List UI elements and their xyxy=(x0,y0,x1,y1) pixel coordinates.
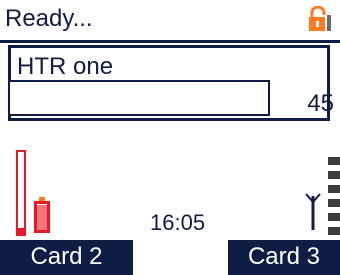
status-text: Ready... xyxy=(5,5,93,32)
battery-icon xyxy=(34,197,50,233)
status-bar: Ready... xyxy=(0,0,340,40)
time-display: 16:05 xyxy=(150,210,206,235)
header-divider xyxy=(0,40,340,43)
lock-icon xyxy=(309,6,331,31)
softkey-left-button[interactable]: Card 2 xyxy=(0,240,133,275)
panel-title: HTR one xyxy=(17,53,114,80)
antenna-icon xyxy=(305,193,321,230)
battery-gauge-icon xyxy=(16,150,26,236)
softkey-bar: Card 2 Card 3 xyxy=(0,240,340,275)
value-field[interactable] xyxy=(8,80,270,116)
signal-strength-icon xyxy=(328,157,340,235)
softkey-right-button[interactable]: Card 3 xyxy=(228,240,340,275)
value-readout: 45 xyxy=(307,90,334,117)
